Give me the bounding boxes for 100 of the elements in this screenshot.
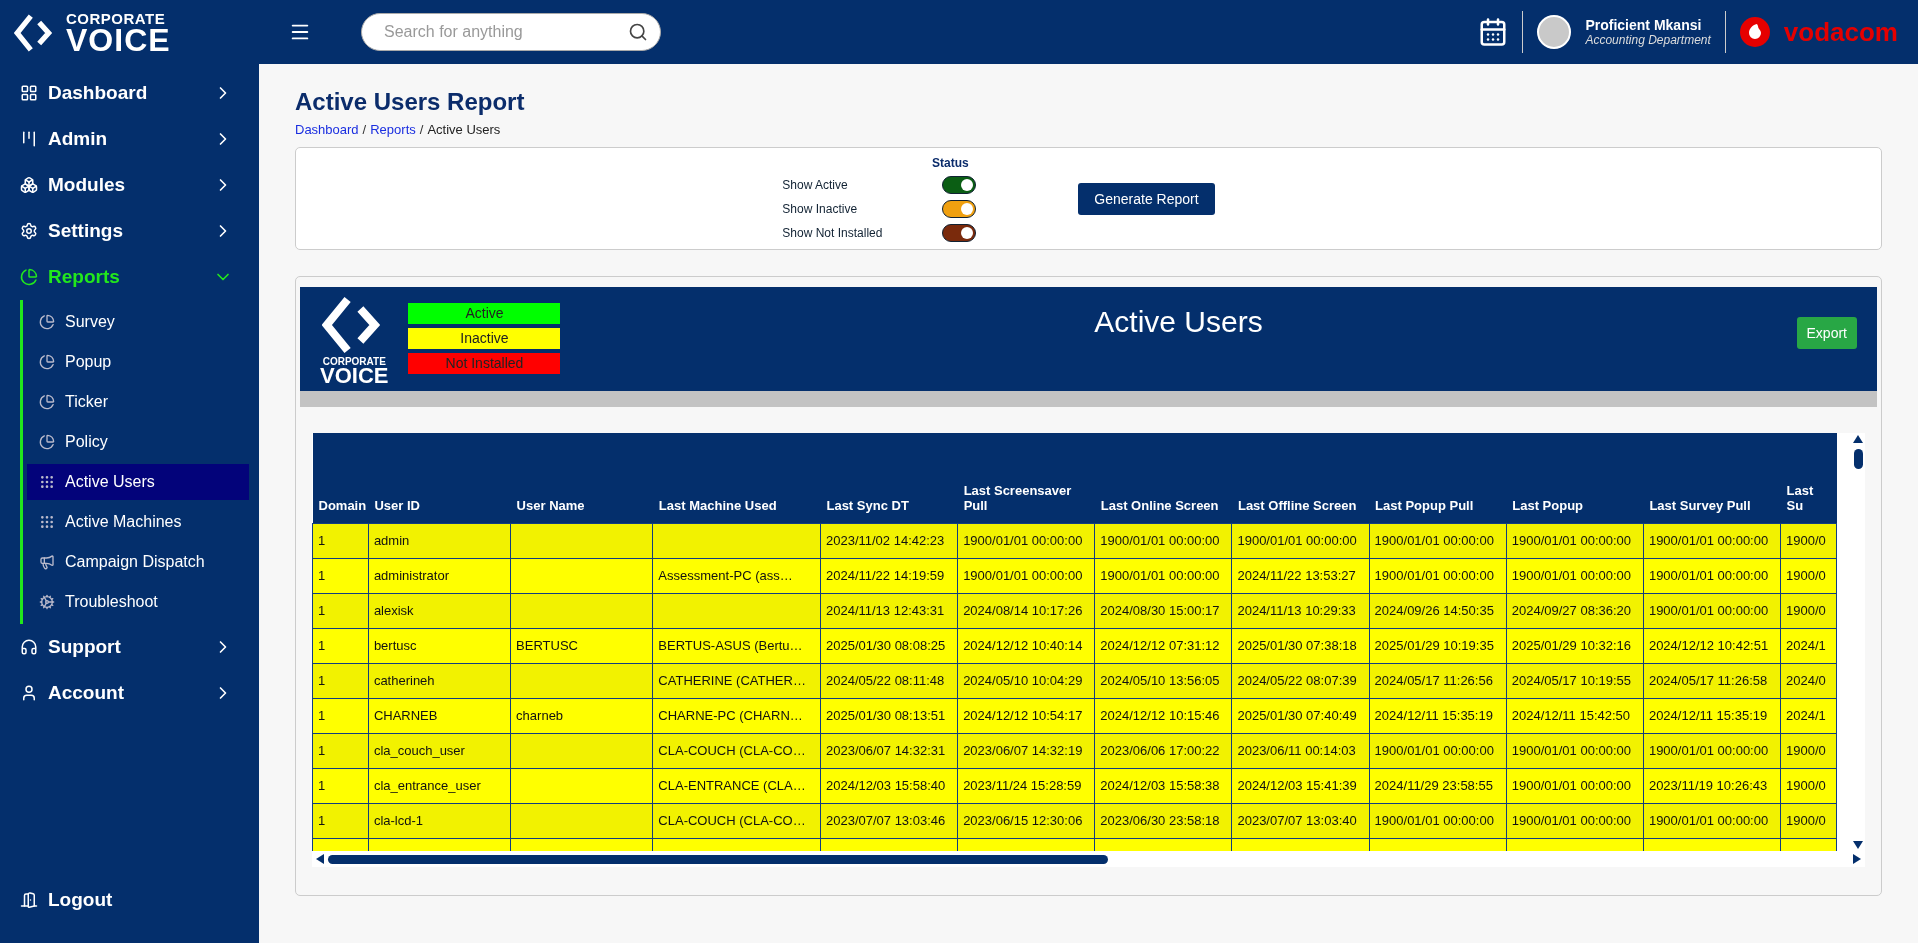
table-cell: 2025/01/30 07:40:49 [1231,698,1370,733]
table-cell: 1900/0 [1780,593,1837,628]
brand-name: CORPORATE [66,12,167,26]
pie-chart-icon [20,268,38,287]
nav-subitem[interactable]: Troubleshoot [27,584,249,621]
table-cell: BERTUS-ASUS (Bertu… [652,628,821,663]
table-cell: 2024/12/12 10:54:17 [957,698,1095,733]
nav-item[interactable]: Reports [0,254,259,301]
table-cell: 1 [312,593,369,628]
nav-item[interactable]: Modules [0,162,259,209]
user-name: Proficient Mkansi [1585,17,1703,33]
table-cell: 2024/12/12 10:15:46 [1094,698,1232,733]
scrollbar-thumb[interactable] [1853,449,1863,469]
toggle-switch[interactable] [942,199,977,218]
scroll-up-arrow-icon[interactable] [1853,435,1863,443]
table-cell: 2024/05/17 11:26:56 [1369,663,1507,698]
nav-subitem[interactable]: Active Machines [27,504,249,541]
column-header: Domain [312,433,369,523]
table-cell: 1 [312,523,369,558]
column-header: Last Sync DT [820,433,958,523]
breadcrumb-link[interactable]: Dashboard [295,122,359,137]
nav-subitem[interactable]: Campaign Dispatch [27,544,249,581]
cubes-icon [20,176,38,195]
table-cell: 2023/06/07 14:32:31 [820,733,958,768]
cog-icon [39,594,55,611]
toggle-switch[interactable] [942,223,977,242]
table-cell: 2024/11/13 12:43:31 [820,593,958,628]
table-cell: 2024/11/29 23:58:55 [1369,768,1507,803]
table-cell: 2025/01/29 10:32:16 [1506,628,1644,663]
toggle-label: Show Inactive [782,201,859,216]
logout-item[interactable]: Logout [0,877,259,923]
table-cell: 2024/12/12 10:40:14 [957,628,1095,663]
column-header: Last Survey Pull [1643,433,1781,523]
logo-text: CORPORATE [322,357,386,366]
table-cell: 2024/09/27 08:36:20 [1506,593,1644,628]
toggle-switch[interactable] [942,175,977,194]
nav-item[interactable]: Settings [0,208,259,255]
column-header: Last Screensaver Pull [957,433,1095,523]
table-cell: 2025/01/30 07:38:18 [1231,628,1370,663]
calendar-icon[interactable] [1478,17,1509,47]
report-title: Active Users [1093,305,1264,339]
scroll-right-arrow-icon[interactable] [1853,854,1861,864]
table-cell: 1900/01/01 00:00:00 [1643,733,1781,768]
nav-item[interactable]: Support [0,624,259,671]
nav-item[interactable]: Dashboard [0,70,259,117]
table-cell: 1900/01/01 00:00:00 [957,523,1095,558]
column-header: Last Online Screen [1094,433,1232,523]
pie-chart-icon [39,434,55,451]
table-cell: 2024/12/03 15:41:39 [1231,768,1370,803]
table-cell: 2023/07/07 13:03:46 [820,803,958,838]
filter-title: Status [931,155,970,170]
column-header: Last Offline Screen [1231,433,1370,523]
column-header: Last Su [1780,433,1837,523]
table-cell: 2024/08/30 15:00:17 [1094,593,1232,628]
table-cell: 1 [312,558,369,593]
legend-item: Active [408,303,561,324]
scrollbar-thumb[interactable] [328,854,1108,864]
table-cell: 2024/05/10 10:04:29 [957,663,1095,698]
table-cell: 1900/01/01 00:00:00 [1231,523,1370,558]
table-cell: 2024/11/13 10:29:33 [1231,593,1370,628]
table-cell: 2023/06/07 14:32:19 [957,733,1095,768]
table-cell: 1900/01/01 00:00:00 [1643,558,1781,593]
headset-icon [20,638,38,657]
nav-subitem[interactable]: Popup [27,344,249,381]
avatar[interactable] [1537,15,1572,49]
search-field[interactable]: Search for anything [361,13,661,51]
user-icon [20,684,38,703]
column-header: Last Machine Used [652,433,821,523]
table-cell: 2023/06/06 17:00:22 [1094,733,1232,768]
table-cell: 2024/12/12 07:31:12 [1094,628,1232,663]
breadcrumb-separator: / [419,122,424,137]
table-cell: 1900/01/01 00:00:00 [957,558,1095,593]
settings-icon [20,222,38,241]
table-cell: 2024/05/22 08:07:39 [1231,663,1370,698]
table-cell: 1900/01/01 00:00:00 [1094,523,1232,558]
table-cell: 2023/11/02 14:42:23 [820,523,958,558]
table-cell: charneb [510,698,653,733]
table-cell: cla_couch_user [368,733,511,768]
nav-subitem[interactable]: Policy [27,424,249,461]
scroll-left-arrow-icon[interactable] [316,854,324,864]
nav-subitem[interactable]: Survey [27,304,249,341]
table-cell: 1900/0 [1780,733,1837,768]
table-cell: 1900/0 [1780,803,1837,838]
nav-subitem[interactable]: Ticker [27,384,249,421]
nav-subitem[interactable]: Active Users [27,464,249,501]
table-cell: 1900/01/01 00:00:00 [1506,768,1644,803]
table-cell: 2024/12/11 15:35:19 [1643,698,1781,733]
column-header: User ID [368,433,511,523]
vertical-scrollbar[interactable] [1851,433,1865,851]
table-cell: 1900/01/01 00:00:00 [1643,593,1781,628]
generate-report-button[interactable]: Generate Report [1078,182,1215,215]
table-cell: 1900/01/01 00:00:00 [1369,803,1507,838]
table-cell: 1900/0 [1780,768,1837,803]
nav-item[interactable]: Account [0,670,259,717]
nav-item[interactable]: Admin [0,116,259,163]
brand-name: VOICE [66,25,171,55]
legend-item: Inactive [408,328,561,349]
scroll-down-arrow-icon[interactable] [1853,841,1863,849]
column-header: Last Popup [1506,433,1644,523]
breadcrumb-link[interactable]: Reports [370,122,416,137]
